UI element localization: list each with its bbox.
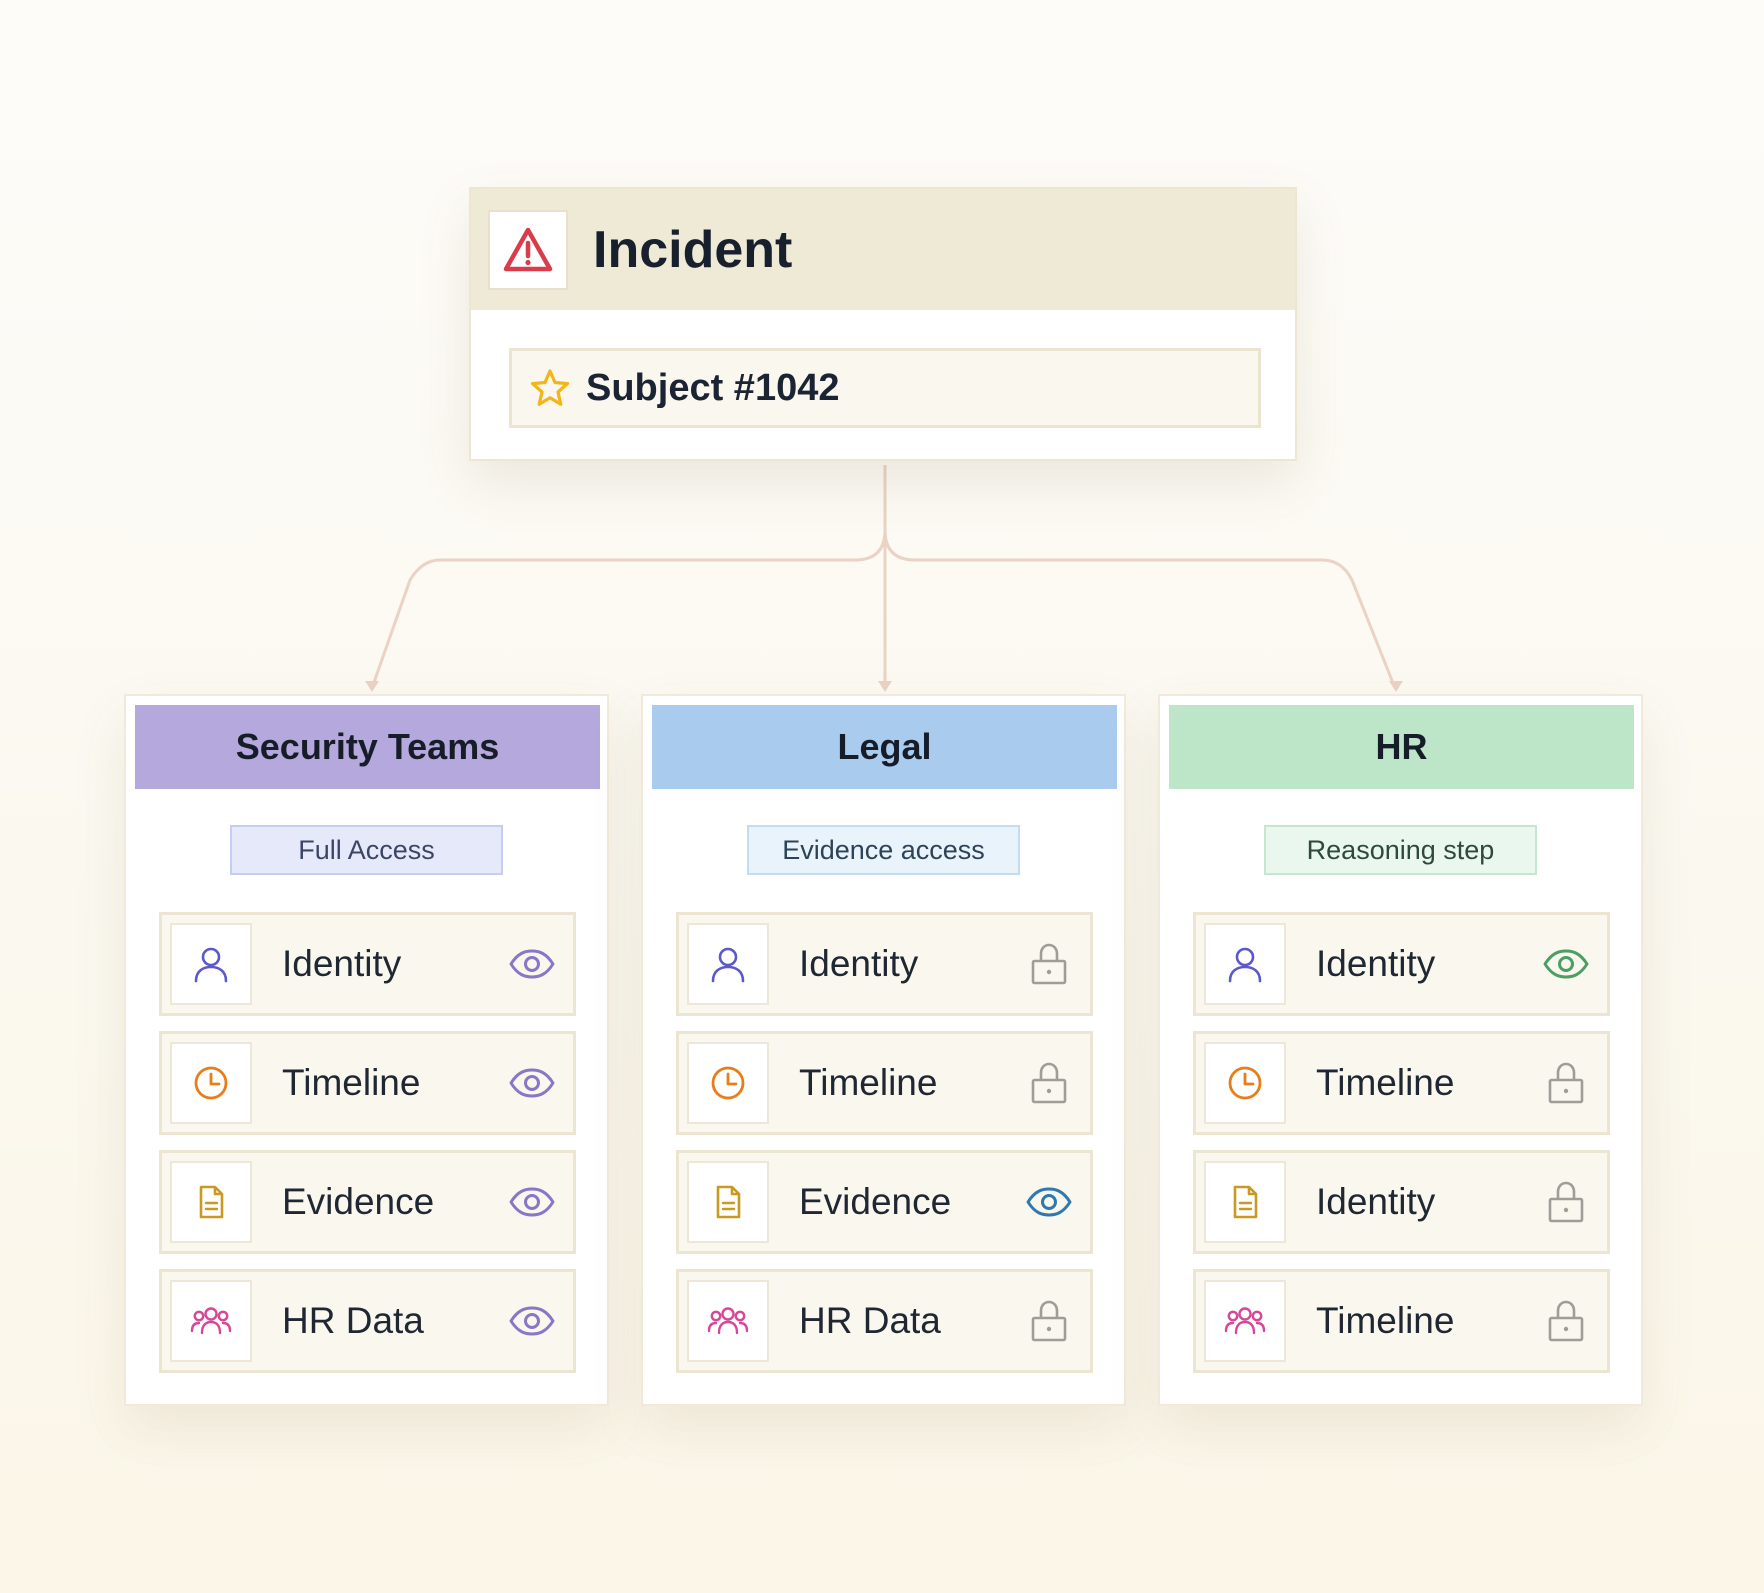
lock-icon[interactable] — [1022, 1294, 1076, 1348]
role-title-hr: HR — [1169, 705, 1634, 789]
data-field-row: HR Data — [159, 1269, 576, 1373]
clock-icon — [687, 1042, 769, 1124]
subject-label: Subject #1042 — [586, 366, 840, 409]
data-field-label: Timeline — [1316, 1062, 1455, 1103]
role-card-legal: Legal Evidence access Identity Timeline Evid… — [641, 694, 1126, 1406]
data-field-row: Evidence — [159, 1150, 576, 1254]
data-field-row: Identity — [676, 912, 1093, 1016]
clock-icon — [170, 1042, 252, 1124]
data-field-label: Evidence — [282, 1181, 435, 1222]
data-field-label: Timeline — [799, 1062, 938, 1103]
arrow-hr — [1389, 681, 1403, 692]
role-card-hr: HR Reasoning step Identity Timeline Identity… — [1158, 694, 1643, 1406]
lock-icon[interactable] — [1539, 1056, 1593, 1110]
access-badge-legal: Evidence access — [747, 825, 1020, 875]
people-icon — [170, 1280, 252, 1362]
data-field-row: Timeline — [1193, 1269, 1610, 1373]
data-field-row: Identity — [159, 912, 576, 1016]
data-field-label: HR Data — [282, 1300, 424, 1341]
data-field-label: Timeline — [282, 1062, 421, 1103]
user-icon — [1204, 923, 1286, 1005]
data-field-label: Timeline — [1316, 1300, 1455, 1341]
clock-icon — [1204, 1042, 1286, 1124]
document-icon — [170, 1161, 252, 1243]
access-badge-security: Full Access — [230, 825, 503, 875]
data-field-list: Identity Timeline Identity Timeline — [1193, 912, 1610, 1388]
lock-icon[interactable] — [1022, 937, 1076, 991]
arrow-security — [365, 681, 379, 692]
role-card-security: Security Teams Full Access Identity Timelin… — [124, 694, 609, 1406]
incident-card: Incident Subject #1042 — [469, 187, 1297, 461]
star-icon — [530, 369, 570, 406]
subject-field: Subject #1042 — [509, 348, 1261, 428]
incident-title: Incident — [593, 220, 793, 279]
incident-header: Incident — [471, 189, 1295, 310]
eye-icon[interactable] — [505, 1056, 559, 1110]
data-field-label: HR Data — [799, 1300, 941, 1341]
user-icon — [170, 923, 252, 1005]
connector-hr — [883, 529, 1397, 689]
people-icon — [687, 1280, 769, 1362]
data-field-label: Evidence — [799, 1181, 952, 1222]
data-field-row: Timeline — [1193, 1031, 1610, 1135]
warning-icon-box — [488, 209, 568, 290]
data-field-label: Identity — [799, 943, 919, 984]
people-icon — [1204, 1280, 1286, 1362]
data-field-row: Identity — [1193, 912, 1610, 1016]
eye-icon[interactable] — [1539, 937, 1593, 991]
data-field-list: Identity Timeline Evidence HR Data — [676, 912, 1093, 1388]
lock-icon[interactable] — [1539, 1175, 1593, 1229]
data-field-label: Identity — [1316, 1181, 1436, 1222]
data-field-row: Evidence — [676, 1150, 1093, 1254]
eye-icon[interactable] — [505, 937, 559, 991]
user-icon — [687, 923, 769, 1005]
data-field-label: Identity — [1316, 943, 1436, 984]
eye-icon[interactable] — [505, 1175, 559, 1229]
connector-security — [370, 529, 887, 689]
data-field-label: Identity — [282, 943, 402, 984]
access-badge-hr: Reasoning step — [1264, 825, 1537, 875]
document-icon — [1204, 1161, 1286, 1243]
role-title-legal: Legal — [652, 705, 1117, 789]
diagram-canvas: Incident Subject #1042 Security Teams Ful… — [0, 0, 1764, 1593]
data-field-row: Timeline — [676, 1031, 1093, 1135]
data-field-list: Identity Timeline Evidence HR Data — [159, 912, 576, 1388]
data-field-row: Identity — [1193, 1150, 1610, 1254]
eye-icon[interactable] — [1022, 1175, 1076, 1229]
arrow-legal — [878, 681, 892, 692]
lock-icon[interactable] — [1022, 1056, 1076, 1110]
eye-icon[interactable] — [505, 1294, 559, 1348]
lock-icon[interactable] — [1539, 1294, 1593, 1348]
data-field-row: Timeline — [159, 1031, 576, 1135]
warning-icon — [503, 227, 553, 271]
document-icon — [687, 1161, 769, 1243]
data-field-row: HR Data — [676, 1269, 1093, 1373]
role-title-security: Security Teams — [135, 705, 600, 789]
